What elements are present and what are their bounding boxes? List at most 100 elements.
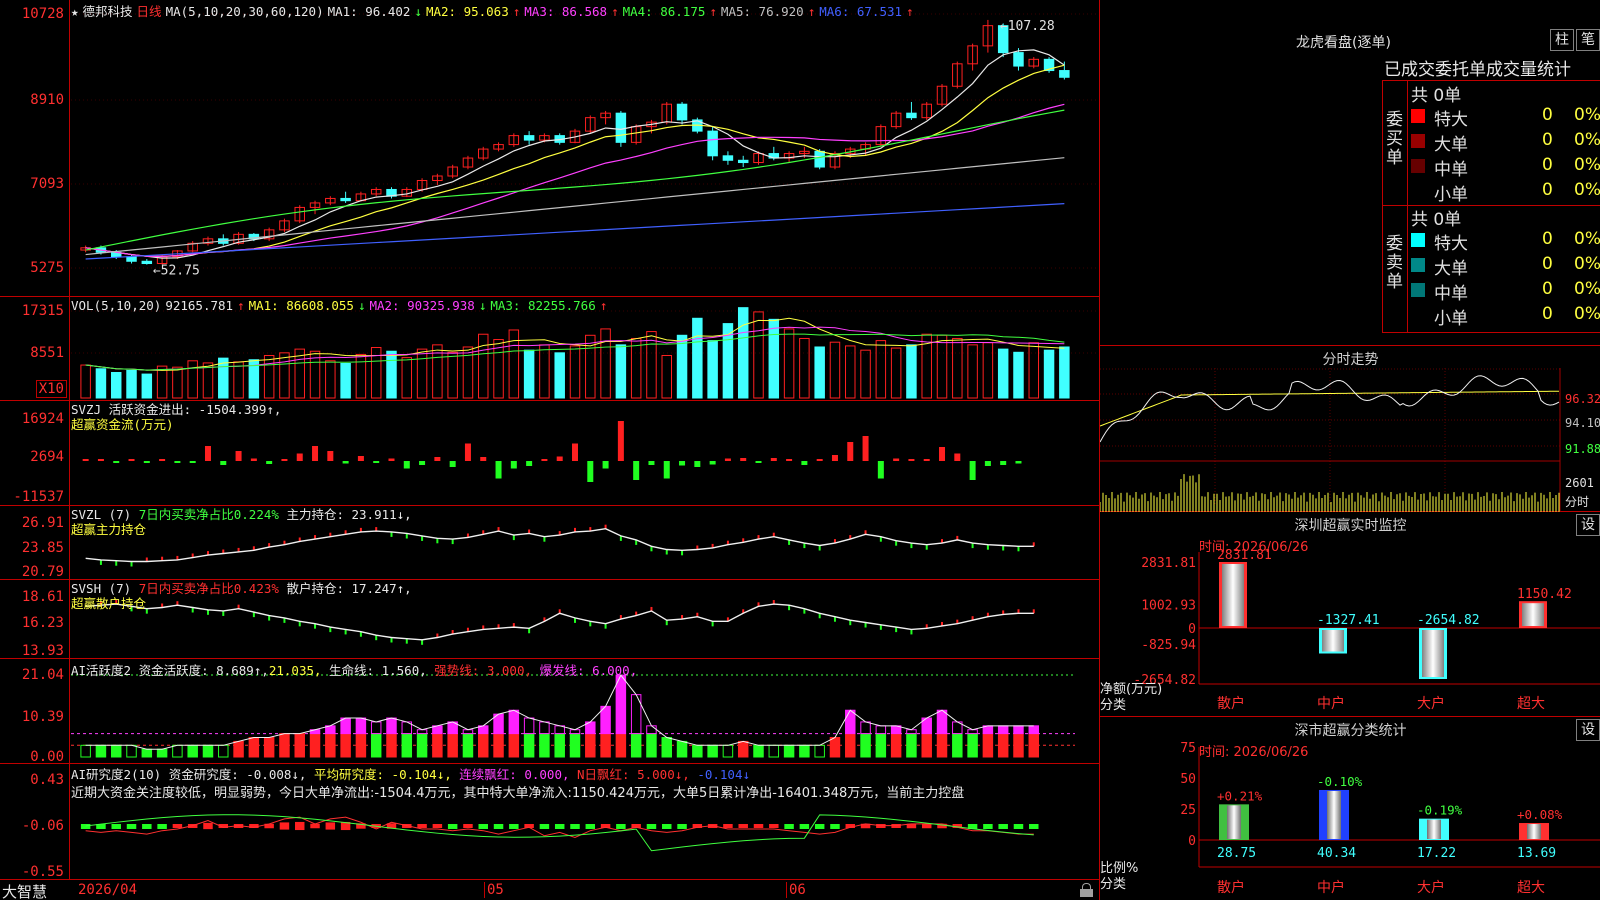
intraday-panel[interactable]: 分时走势 96.32 94.10 91.88 2601 分时 xyxy=(1100,346,1600,512)
activity-bar-top xyxy=(370,721,382,735)
monitor-category: 大户 xyxy=(1417,695,1445,712)
volume-bar xyxy=(1013,351,1024,399)
svzj-bar xyxy=(464,443,471,461)
volume-bar xyxy=(952,337,963,399)
activity-bar xyxy=(600,733,611,758)
activity-bar-top xyxy=(416,729,428,735)
dragon-row-name: 特大 xyxy=(1434,234,1468,254)
ma-arrow: ↑ xyxy=(906,4,914,19)
activity-bar-top xyxy=(508,709,520,735)
activity-bar-top xyxy=(462,729,474,735)
dragon-row-pct: 0% xyxy=(1574,155,1600,175)
volume-bar xyxy=(401,357,413,399)
vol-panel[interactable]: 17315 8551 X10 VOL(5,10,20) 92165.781 ↑ MA1… xyxy=(0,297,1099,401)
volume-bar xyxy=(325,360,336,399)
ai-research-part: AI研究度2(10) 资金研究度: -0.008↓, xyxy=(71,767,307,782)
ai-active-panel[interactable]: 21.04 10.39 0.00 AI活跃度2 资金活跃度: 8.689↑,21… xyxy=(0,659,1099,765)
classify-ytick: 75 xyxy=(1180,741,1196,756)
research-bar xyxy=(814,824,825,829)
kline-panel[interactable]: 10728 8910 7093 5275 ←107.28 ←52.75 ★ 德邦科技… xyxy=(0,0,1099,297)
svzj-bar xyxy=(357,456,364,461)
intraday-ytick: 94.10 xyxy=(1565,416,1600,430)
activity-bar xyxy=(126,744,137,758)
activity-bar xyxy=(829,737,841,758)
volume-bar xyxy=(600,328,611,399)
kline-plot[interactable]: ←107.28 ←52.75 xyxy=(0,0,1099,297)
svzj-bar xyxy=(449,461,456,467)
ma-value: MA5: 76.920 xyxy=(720,4,804,19)
lock-icon-body xyxy=(1080,889,1093,897)
candle-body xyxy=(814,150,825,168)
research-bar xyxy=(126,824,137,829)
research-bar xyxy=(784,824,794,829)
activity-bar xyxy=(936,733,948,758)
svzj-bar xyxy=(755,461,762,463)
svzj-bar xyxy=(862,436,869,461)
bar-mode-button[interactable]: 柱 xyxy=(1550,29,1574,51)
volume-bar xyxy=(233,361,244,399)
ai-active-part: 生命线: 1.560, xyxy=(321,663,427,678)
svzj-bar xyxy=(969,461,976,480)
dragon-row-count: 0 xyxy=(1542,254,1553,274)
ma-value: MA3: 86.568 xyxy=(524,4,608,19)
ma-line-2 xyxy=(85,64,1065,258)
ai-research-header: AI研究度2(10) 资金研究度: -0.008↓, 平均研究度: -0.104… xyxy=(71,765,1097,803)
activity-bar xyxy=(263,737,275,758)
dragon-swatch xyxy=(1411,258,1425,272)
classify-ytick: 50 xyxy=(1180,772,1196,787)
volume-bar xyxy=(875,340,887,399)
research-bar xyxy=(998,824,1008,829)
intraday-avg-line xyxy=(1100,390,1560,427)
star-icon[interactable]: ★ xyxy=(71,4,79,19)
activity-bar xyxy=(156,748,168,758)
activity-bar-top xyxy=(340,717,351,735)
candle-body xyxy=(615,112,627,143)
volume-bar xyxy=(187,360,198,399)
vol-ma-value: MA3: 82255.766 xyxy=(490,298,596,313)
research-bar xyxy=(738,824,748,828)
activity-bar xyxy=(890,733,902,758)
activity-bar xyxy=(585,733,596,758)
ma-value: MA6: 67.531 xyxy=(819,4,903,19)
svzl-part: 主力持仓: 23.911↓, xyxy=(278,507,412,522)
activity-bar xyxy=(370,733,382,758)
activity-bar xyxy=(661,737,672,758)
research-bar xyxy=(142,824,152,829)
ai-research-panel[interactable]: 0.43 -0.06 -0.55 AI研究度2(10) 资金研究度: -0.00… xyxy=(0,764,1099,880)
svzj-bar xyxy=(174,461,181,463)
tick-mode-button[interactable]: 笔 xyxy=(1576,29,1600,51)
app-logo[interactable]: 大智慧 xyxy=(2,881,47,900)
svzj-bar xyxy=(786,459,793,461)
period-label[interactable]: 日线 xyxy=(137,4,162,19)
dragon-swatch xyxy=(1411,283,1425,297)
activity-bar xyxy=(539,733,550,758)
chart-area[interactable]: 10728 8910 7093 5275 ←107.28 ←52.75 ★ 德邦科技… xyxy=(0,0,1099,900)
candle-body xyxy=(737,159,749,164)
svzj-bar xyxy=(801,461,808,465)
activity-bar xyxy=(982,733,994,758)
dragon-row-name: 小单 xyxy=(1434,309,1468,329)
activity-bar xyxy=(569,733,581,758)
svsh-panel[interactable]: 18.61 16.23 13.93 SVSH (7) 7日内买卖净占比0.423… xyxy=(0,580,1099,659)
dragon-subtitle: 已成交委托单成交量统计 xyxy=(1384,60,1571,80)
svzj-panel[interactable]: 16924 2694 -11537 SVZJ 活跃资金进出: -1504.399… xyxy=(0,401,1099,506)
monitor-ytick: 2831.81 xyxy=(1141,556,1196,571)
intraday-plot[interactable] xyxy=(1100,346,1600,512)
svzj-bar xyxy=(831,455,838,461)
svzl-header: SVZL (7) 7日内买卖净占比0.224% 主力持仓: 23.911↓, 超… xyxy=(71,507,412,537)
vol-ma-line xyxy=(85,333,1065,371)
volume-bar xyxy=(753,311,764,399)
classify-delta: +0.21% xyxy=(1217,788,1263,803)
research-bar xyxy=(723,824,733,828)
svzl-panel[interactable]: 26.91 23.85 20.79 SVZL (7) 7日内买卖净占比0.224… xyxy=(0,506,1099,580)
svzj-bar xyxy=(434,457,441,461)
activity-bar xyxy=(737,740,749,758)
volume-bar xyxy=(783,328,795,399)
activity-bar-top xyxy=(615,674,627,735)
research-bar xyxy=(432,824,443,828)
volume-bar xyxy=(737,307,749,399)
dragon-row-name: 中单 xyxy=(1434,284,1468,304)
ma-value: MA1: 96.402 xyxy=(327,4,411,19)
svzj-header: SVZJ 活跃资金进出: -1504.399↑, 超赢资金流(万元) xyxy=(71,402,281,432)
ai-research-part: -0.104↓ xyxy=(689,767,751,782)
